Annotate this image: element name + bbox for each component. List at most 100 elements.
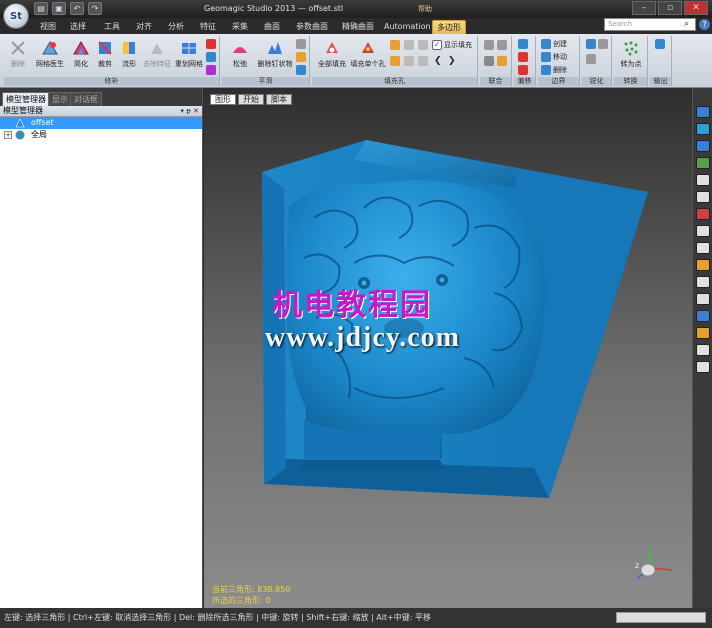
- combine-1-icon[interactable]: [484, 40, 496, 51]
- tab-model-manager[interactable]: 模型管理器: [2, 92, 50, 106]
- delete-button[interactable]: 删除: [6, 38, 30, 74]
- tab-automation[interactable]: Automation: [380, 20, 435, 34]
- repair-extra-3-icon[interactable]: [206, 65, 218, 76]
- remesh-button[interactable]: 重划网格: [174, 38, 204, 74]
- trim-button[interactable]: 裁剪: [94, 38, 116, 74]
- view-tool-6-icon[interactable]: [696, 191, 710, 203]
- move-boundary-button[interactable]: 移动: [541, 52, 567, 63]
- tab-capture[interactable]: 采集: [228, 20, 252, 34]
- view-tool-13-icon[interactable]: [696, 310, 710, 322]
- tab-surfaces[interactable]: 曲面: [260, 20, 284, 34]
- next-hole-icon[interactable]: ❯: [448, 56, 456, 67]
- tab-exact-surfaces[interactable]: 精确曲面: [338, 20, 378, 34]
- tab-display[interactable]: 显示: [48, 92, 72, 106]
- group-sharpen: 锐化: [582, 36, 612, 86]
- search-icon[interactable]: ⌕: [684, 19, 694, 30]
- panel-controls[interactable]: ▾ ᵽ ✕: [181, 106, 200, 116]
- zoom-icon[interactable]: [696, 174, 710, 186]
- remove-spikes-button[interactable]: 删除钉状物: [256, 38, 294, 74]
- sharpen-2-icon[interactable]: [598, 39, 610, 50]
- help-icon[interactable]: ?: [699, 19, 710, 30]
- tree-item-offset[interactable]: offset: [0, 117, 202, 129]
- offset-3-icon[interactable]: [518, 65, 530, 76]
- maximize-button[interactable]: ▫: [658, 1, 682, 15]
- app-logo[interactable]: St: [3, 3, 29, 29]
- smooth-extra-2-icon[interactable]: [296, 52, 308, 63]
- combine-4-icon[interactable]: [497, 56, 509, 67]
- view-tool-10-icon[interactable]: [696, 259, 710, 271]
- repair-extra-1-icon[interactable]: [206, 39, 218, 50]
- combine-2-icon[interactable]: [497, 40, 509, 51]
- remove-feature-button[interactable]: 去除特征: [142, 38, 172, 74]
- combine-3-icon[interactable]: [484, 56, 496, 67]
- undo-icon[interactable]: ↶: [70, 2, 84, 15]
- mesh-doctor-button[interactable]: 网格医生: [32, 38, 68, 74]
- output-icon[interactable]: [655, 39, 667, 50]
- redo-icon[interactable]: ↷: [88, 2, 102, 15]
- tab-align[interactable]: 对齐: [132, 20, 156, 34]
- progress-bar: [616, 612, 706, 623]
- view-tool-14-icon[interactable]: [696, 327, 710, 339]
- tab-param-surfaces[interactable]: 参数曲面: [292, 20, 332, 34]
- tab-dialog[interactable]: 对话框: [70, 92, 102, 106]
- manifold-button[interactable]: 流形: [118, 38, 140, 74]
- view-tool-9-icon[interactable]: [696, 242, 710, 254]
- offset-2-icon[interactable]: [518, 52, 530, 63]
- fill-all-icon: [326, 42, 338, 53]
- tab-view[interactable]: 视图: [36, 20, 60, 34]
- delete-boundary-button[interactable]: 删除: [541, 65, 567, 76]
- offset-1-icon[interactable]: [518, 39, 530, 50]
- to-points-button[interactable]: 转为点: [616, 38, 646, 74]
- view-tool-1-icon[interactable]: [696, 106, 710, 118]
- repair-extra-2-icon[interactable]: [206, 52, 218, 63]
- prev-hole-icon[interactable]: ❮: [434, 56, 442, 67]
- remove-feature-icon: [151, 43, 163, 54]
- tab-script[interactable]: 脚本: [266, 94, 292, 105]
- view-tool-3-icon[interactable]: [696, 140, 710, 152]
- watermark-title: 机电教程园: [272, 288, 432, 323]
- tree-item-global[interactable]: + 全局: [0, 129, 202, 141]
- view-tool-4-icon[interactable]: [696, 157, 710, 169]
- tab-tools[interactable]: 工具: [100, 20, 124, 34]
- view-tool-15-icon[interactable]: [696, 344, 710, 356]
- fill-all-button[interactable]: 全部填充: [316, 38, 348, 74]
- group-fill-holes: 全部填充 填充单个孔 ✓ 显示填充 ❮ ❯ 填充孔: [312, 36, 478, 86]
- view-tool-2-icon[interactable]: [696, 123, 710, 135]
- open-icon[interactable]: ▤: [34, 2, 48, 15]
- smooth-extra-3-icon[interactable]: [296, 65, 308, 76]
- view-tool-8-icon[interactable]: [696, 225, 710, 237]
- tab-polygons[interactable]: 多边形: [432, 20, 466, 34]
- sharpen-1-icon[interactable]: [586, 39, 598, 50]
- expand-icon[interactable]: +: [4, 131, 12, 139]
- fill-type-2-icon[interactable]: [404, 56, 416, 67]
- fill-type-3-icon[interactable]: [418, 56, 430, 67]
- fill-mode-1-icon[interactable]: [390, 40, 402, 51]
- tab-graphics[interactable]: 图形: [210, 94, 236, 105]
- simplify-button[interactable]: 简化: [70, 38, 92, 74]
- view-tool-7-icon[interactable]: [696, 208, 710, 220]
- ribbon-panel: 删除 网格医生 简化 裁剪 流形 去除特征 重划网格 修补 松弛 删除钉状物 平…: [0, 34, 712, 88]
- smooth-extra-1-icon[interactable]: [296, 39, 308, 50]
- close-button[interactable]: ✕: [684, 1, 708, 15]
- fill-mode-2-icon[interactable]: [404, 40, 416, 51]
- tab-select[interactable]: 选择: [66, 20, 90, 34]
- fill-single-button[interactable]: 填充单个孔: [350, 38, 386, 74]
- relax-button[interactable]: 松弛: [226, 38, 254, 74]
- show-fill-checkbox[interactable]: ✓ 显示填充: [432, 40, 472, 51]
- create-boundary-button[interactable]: 创建: [541, 39, 567, 50]
- save-icon[interactable]: ▣: [52, 2, 66, 15]
- trim-icon: [98, 41, 112, 55]
- tab-start[interactable]: 开始: [238, 94, 264, 105]
- axis-triad-icon[interactable]: Z: [632, 544, 676, 584]
- fill-mode-3-icon[interactable]: [418, 40, 430, 51]
- search-input[interactable]: Search: [604, 18, 696, 31]
- tab-analysis[interactable]: 分析: [164, 20, 188, 34]
- view-tool-16-icon[interactable]: [696, 361, 710, 373]
- fill-type-1-icon[interactable]: [390, 56, 402, 67]
- minimize-button[interactable]: –: [632, 1, 656, 15]
- view-tool-11-icon[interactable]: [696, 276, 710, 288]
- view-tool-12-icon[interactable]: [696, 293, 710, 305]
- watermark-url: www.jdjcy.com: [265, 322, 460, 353]
- sharpen-3-icon[interactable]: [586, 54, 598, 65]
- tab-features[interactable]: 特征: [196, 20, 220, 34]
